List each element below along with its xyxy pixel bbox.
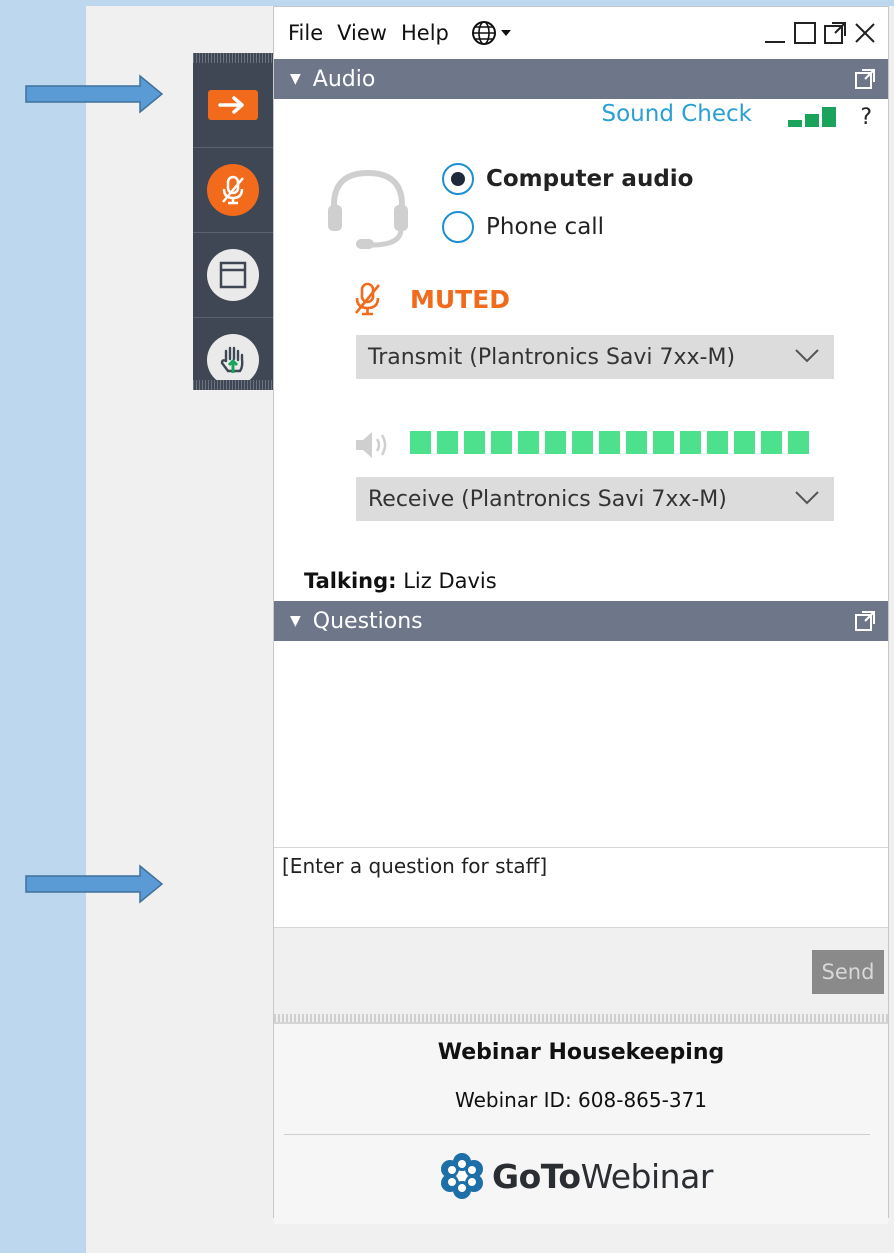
microphone-muted-icon [207, 164, 259, 216]
help-icon[interactable]: ? [860, 105, 872, 130]
menu-bar: File View Help [274, 7, 888, 59]
footer-divider [284, 1134, 870, 1135]
close-icon[interactable] [852, 20, 878, 46]
muted-label: MUTED [410, 284, 511, 314]
send-button[interactable]: Send [812, 950, 884, 994]
transmit-device-select[interactable]: Transmit (Plantronics Savi 7xx-M) [356, 335, 834, 379]
chevron-down-icon [795, 349, 819, 363]
audio-section: Sound Check ? Computer audio Phone call [274, 99, 888, 601]
gotowebinar-wordmark: GoToWebinar [492, 1156, 713, 1196]
question-input[interactable]: [Enter a question for staff] [274, 848, 888, 928]
computer-audio-label: Computer audio [486, 166, 694, 192]
audio-section-header[interactable]: ▼ Audio [274, 59, 888, 99]
signal-strength-icon [788, 107, 836, 127]
language-menu[interactable] [471, 20, 512, 46]
webinar-id: Webinar ID: 608-865-371 [454, 1088, 708, 1112]
collapse-triangle-icon: ▼ [290, 71, 301, 87]
resize-grip[interactable] [274, 1014, 888, 1022]
window-icon [207, 249, 259, 301]
chevron-down-icon [795, 491, 819, 505]
phone-call-label: Phone call [486, 214, 605, 240]
dropdown-caret-icon [500, 30, 511, 36]
control-panel: File View Help ▼ Audio Sound Check ? Com… [273, 6, 889, 1224]
maximize-icon[interactable] [792, 20, 818, 46]
receive-device-value: Receive (Plantronics Savi 7xx-M) [368, 486, 727, 512]
popout-icon[interactable] [854, 68, 876, 90]
computer-audio-radio[interactable]: Computer audio [442, 163, 693, 195]
collapse-panel-button[interactable] [193, 63, 273, 148]
mute-status[interactable]: MUTED [352, 281, 510, 317]
minimize-icon[interactable] [762, 20, 788, 46]
send-bar: Send [274, 928, 888, 1014]
sound-check-link[interactable]: Sound Check [602, 101, 753, 127]
raise-hand-icon [207, 334, 259, 386]
menu-view[interactable]: View [337, 21, 387, 45]
headset-icon [328, 169, 408, 249]
audio-section-title: Audio [312, 66, 376, 92]
control-strip [193, 53, 273, 390]
radio-unselected-icon [442, 211, 474, 243]
receive-device-select[interactable]: Receive (Plantronics Savi 7xx-M) [356, 477, 834, 521]
phone-call-radio[interactable]: Phone call [442, 211, 604, 243]
menu-file[interactable]: File [288, 21, 323, 45]
questions-section-title: Questions [312, 608, 423, 634]
pointer-arrow-icon [24, 862, 164, 906]
collapse-triangle-icon: ▼ [290, 613, 301, 629]
popout-icon[interactable] [854, 610, 876, 632]
questions-section-header[interactable]: ▼ Questions [274, 601, 888, 641]
gotowebinar-flower-icon [441, 1153, 483, 1199]
questions-log [274, 641, 888, 848]
webinar-footer: Webinar Housekeeping Webinar ID: 608-865… [274, 1022, 888, 1224]
popout-icon[interactable] [822, 20, 848, 46]
radio-selected-icon [442, 163, 474, 195]
strip-grip-bottom [193, 380, 273, 390]
webinar-title: Webinar Housekeeping [437, 1040, 725, 1065]
speaker-icon [356, 432, 387, 458]
show-window-button[interactable] [193, 233, 273, 318]
talking-name: Liz Davis [403, 569, 497, 593]
transmit-device-value: Transmit (Plantronics Savi 7xx-M) [368, 344, 736, 370]
talking-indicator: Talking: Liz Davis [304, 569, 497, 593]
receive-level-meter [410, 431, 809, 454]
talking-label: Talking: [304, 569, 397, 593]
menu-help[interactable]: Help [401, 21, 449, 45]
microphone-muted-icon [354, 282, 381, 316]
pointer-arrow-icon [24, 72, 164, 116]
question-input-placeholder: [Enter a question for staff] [282, 854, 548, 878]
strip-grip[interactable] [193, 53, 273, 63]
right-arrow-icon [208, 90, 258, 120]
gotowebinar-logo: GoToWebinar [438, 1152, 713, 1200]
mute-toggle-button[interactable] [193, 148, 273, 233]
globe-icon [471, 21, 496, 45]
